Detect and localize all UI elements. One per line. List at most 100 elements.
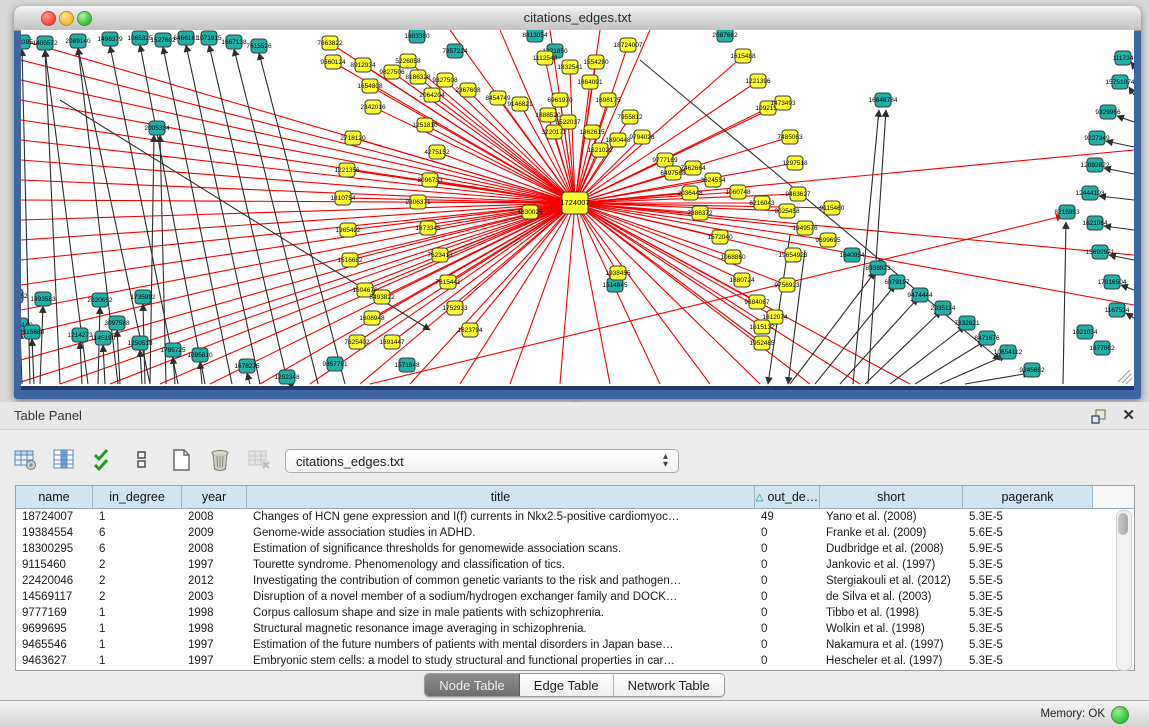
graph-node[interactable]: 9227349 xyxy=(1084,131,1110,145)
graph-node[interactable]: 1571648 xyxy=(394,358,420,372)
table-cell-in_degree[interactable]: 1 xyxy=(93,621,182,637)
column-header-out_de[interactable]: △out_de… xyxy=(755,486,820,508)
graph-node[interactable]: 1221396 xyxy=(745,74,771,88)
table-cell-year[interactable]: 2003 xyxy=(182,589,247,605)
graph-node[interactable]: 1250518 xyxy=(127,336,153,350)
graph-node[interactable]: 1065325 xyxy=(127,31,153,45)
graph-node[interactable]: 1691447 xyxy=(379,335,405,349)
table-cell-pagerank[interactable]: 5.6E-5 xyxy=(963,525,1093,541)
graph-node[interactable]: 1068860 xyxy=(720,250,746,264)
table-cell-title[interactable]: Embryonic stem cells: a model to study s… xyxy=(247,653,755,669)
table-cell-pagerank[interactable]: 5.3E-5 xyxy=(963,653,1093,669)
table-cell-out_de[interactable]: 0 xyxy=(755,653,820,669)
graph-node[interactable]: 111734 xyxy=(1113,51,1134,65)
table-cell-out_de[interactable]: 49 xyxy=(755,509,820,525)
graph-node[interactable]: 1864091 xyxy=(577,75,603,89)
table-cell-title[interactable]: Disruption of a novel member of a sodium… xyxy=(247,589,755,605)
table-cell-year[interactable]: 1997 xyxy=(182,557,247,573)
graph-node[interactable]: 1752933 xyxy=(442,301,468,315)
graph-node[interactable]: 1735992 xyxy=(130,290,156,304)
table-row[interactable]: 977716911998Corpus callosum shape and si… xyxy=(16,605,1134,621)
table-row[interactable]: 911546021997Tourette syndrome. Phenomeno… xyxy=(16,557,1134,573)
new-file-icon[interactable] xyxy=(168,447,194,473)
table-cell-short[interactable]: Nakamura et al. (1997) xyxy=(820,637,963,653)
table-cell-out_de[interactable]: 0 xyxy=(755,541,820,557)
graph-node[interactable]: 1292348 xyxy=(274,370,300,384)
table-cell-name[interactable]: 9699695 xyxy=(16,621,93,637)
graph-node[interactable]: 1890448 xyxy=(605,133,631,147)
graph-node[interactable]: 15692971 xyxy=(1086,245,1115,259)
table-cell-name[interactable]: 14569117 xyxy=(16,589,93,605)
delete-trash-icon[interactable] xyxy=(207,447,233,473)
table-cell-name[interactable]: 9777169 xyxy=(16,605,93,621)
table-cell-out_de[interactable]: 0 xyxy=(755,605,820,621)
table-cell-pagerank[interactable]: 5.3E-5 xyxy=(963,637,1093,653)
graph-node[interactable]: 9025458 xyxy=(774,204,800,218)
graph-node[interactable]: 7485063 xyxy=(777,130,803,144)
vertical-scrollbar[interactable] xyxy=(1116,510,1132,671)
graph-node[interactable]: 17016504 xyxy=(1098,275,1127,289)
column-header-year[interactable]: year xyxy=(182,486,247,508)
table-select-dropdown[interactable]: citations_edges.txt ▴▾ xyxy=(285,449,679,473)
table-cell-out_de[interactable]: 0 xyxy=(755,637,820,653)
graph-node[interactable]: 7625402 xyxy=(344,335,370,349)
table-row[interactable]: 1938455462009Genome-wide association stu… xyxy=(16,525,1134,541)
graph-node[interactable]: 1221356 xyxy=(334,163,360,177)
column-header-title[interactable]: title xyxy=(247,486,755,508)
graph-node[interactable]: 4275152 xyxy=(424,145,450,159)
graph-node[interactable]: 2089140 xyxy=(65,34,91,48)
graph-node[interactable]: 3097588 xyxy=(104,316,130,330)
column-header-pagerank[interactable]: pagerank xyxy=(963,486,1093,508)
table-cell-short[interactable]: Yano et al. (2008) xyxy=(820,509,963,525)
table-cell-in_degree[interactable]: 6 xyxy=(93,525,182,541)
rows-icon[interactable] xyxy=(129,447,155,473)
table-cell-year[interactable]: 1998 xyxy=(182,621,247,637)
graph-node[interactable]: 1621064 xyxy=(1082,216,1108,230)
graph-node[interactable]: 9756923 xyxy=(774,278,800,292)
table-cell-title[interactable]: Structural magnetic resonance image aver… xyxy=(247,621,755,637)
table-cell-title[interactable]: Tourette syndrome. Phenomenology and cla… xyxy=(247,557,755,573)
graph-node[interactable]: 1527602 xyxy=(150,33,176,47)
table-cell-pagerank[interactable]: 5.5E-5 xyxy=(963,573,1093,589)
graph-node[interactable]: 10654112 xyxy=(994,345,1023,359)
table-cell-out_de[interactable]: 0 xyxy=(755,525,820,541)
graph-node[interactable]: 8813054 xyxy=(522,30,548,42)
graph-node[interactable]: 6466161 xyxy=(173,31,199,45)
table-row[interactable]: 1830029562008Estimation of significance … xyxy=(16,541,1134,557)
table-cell-short[interactable]: Franke et al. (2009) xyxy=(820,525,963,541)
table-cell-pagerank[interactable]: 5.3E-5 xyxy=(963,509,1093,525)
graph-node[interactable]: 6216043 xyxy=(749,196,775,210)
graph-node[interactable]: 2367608 xyxy=(455,83,481,97)
table-cell-in_degree[interactable]: 2 xyxy=(93,573,182,589)
table-cell-title[interactable]: Corpus callosum shape and size in male p… xyxy=(247,605,755,621)
table-cell-out_de[interactable]: 0 xyxy=(755,557,820,573)
graph-node[interactable]: 9857791 xyxy=(322,357,348,371)
graph-node[interactable]: 1880724 xyxy=(729,273,755,287)
graph-node[interactable]: 7615526 xyxy=(246,39,272,53)
graph-node[interactable]: 1214273 xyxy=(67,328,93,342)
table-cell-in_degree[interactable]: 2 xyxy=(93,589,182,605)
table-cell-title[interactable]: Changes of HCN gene expression and I(f) … xyxy=(247,509,755,525)
table-cell-in_degree[interactable]: 1 xyxy=(93,637,182,653)
graph-node[interactable]: 3624554 xyxy=(700,173,726,187)
table-row[interactable]: 1872400712008Changes of HCN gene express… xyxy=(16,509,1134,525)
table-cell-title[interactable]: Genome-wide association studies in ADHD. xyxy=(247,525,755,541)
table-cell-short[interactable]: Stergiakouli et al. (2012) xyxy=(820,573,963,589)
graph-node[interactable]: 1516682 xyxy=(337,253,363,267)
table-cell-in_degree[interactable]: 2 xyxy=(93,557,182,573)
graph-node[interactable]: 1615488 xyxy=(730,49,756,63)
table-cell-pagerank[interactable]: 5.3E-5 xyxy=(963,589,1093,605)
table-cell-short[interactable]: de Silva et al. (2003) xyxy=(820,589,963,605)
graph-node[interactable]: 18724007 xyxy=(614,38,643,52)
network-canvas[interactable]: 1633851405572208914014963791065325152760… xyxy=(21,30,1134,390)
table-cell-in_degree[interactable]: 1 xyxy=(93,509,182,525)
graph-node[interactable]: 1667138 xyxy=(221,35,247,49)
graph-node[interactable]: 6961970 xyxy=(547,93,573,107)
graph-node[interactable]: 9474444 xyxy=(907,288,933,302)
table-row[interactable]: 1456911722003Disruption of a novel membe… xyxy=(16,589,1134,605)
graph-node[interactable]: 1095810 xyxy=(187,348,213,362)
table-cell-short[interactable]: Hescheler et al. (1997) xyxy=(820,653,963,669)
graph-node[interactable]: 1496379 xyxy=(97,32,123,46)
graph-node[interactable]: 7632621 xyxy=(954,316,980,330)
network-graph[interactable]: 1633851405572208914014963791065325152760… xyxy=(21,30,1134,386)
